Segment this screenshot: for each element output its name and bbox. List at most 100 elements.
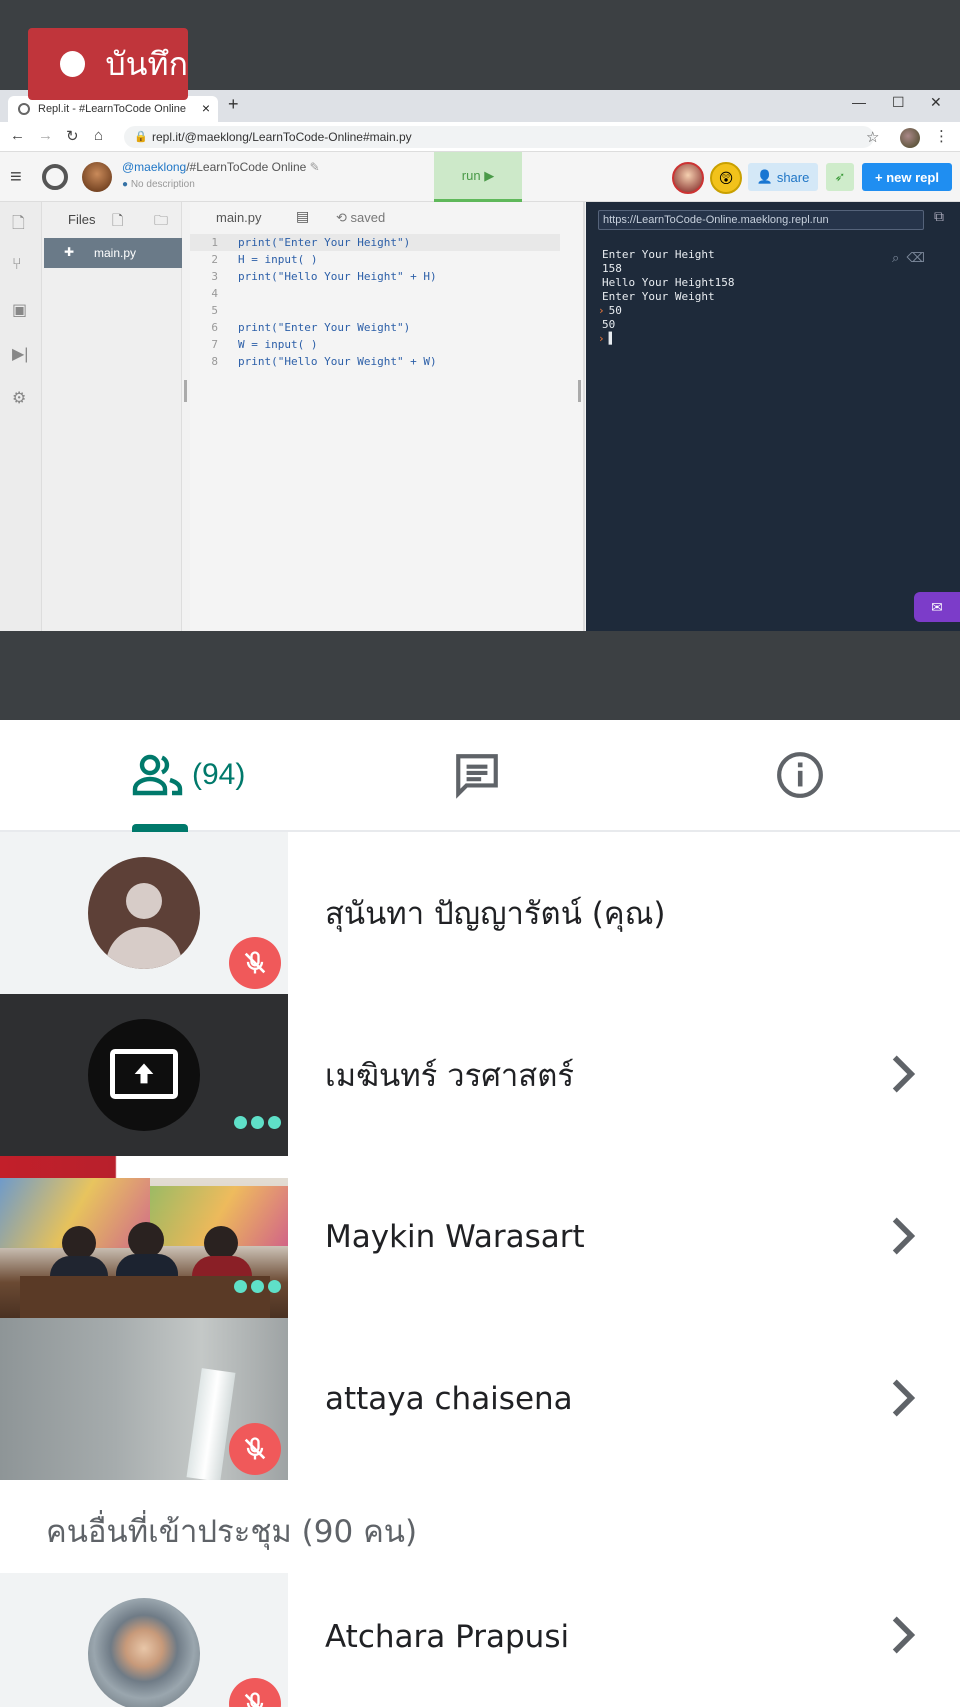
participant-row[interactable]: Atchara Prapusi [0,1573,960,1707]
chat-icon [456,754,498,799]
participant-thumbnail [0,994,288,1156]
clear-console-icon[interactable]: ⌫ [907,250,925,265]
mic-off-icon [229,1678,281,1707]
webview-url[interactable]: https://LearnToCode-Online.maeklong.repl… [598,210,924,230]
line-number: 4 [211,287,218,300]
shared-screen[interactable]: Repl.it - #LearnToCode Online × + — ☐ ✕ … [0,90,960,631]
tab-people[interactable]: (94) [132,750,245,800]
chevron-right-icon[interactable] [886,1376,920,1420]
add-folder-icon[interactable]: 🗀 [154,210,168,234]
participant-row[interactable]: เมฆินทร์ วรศาสตร์ [0,994,960,1156]
others-section-label: คนอื่นที่เข้าประชุม (90 คน) [46,1514,418,1550]
share-button[interactable]: 👤 share [748,163,818,191]
person-shape [62,1226,96,1260]
participant-name: เมฆินทร์ วรศาสตร์ [325,1058,575,1094]
info-icon [777,752,823,798]
code-line[interactable]: 1 print("Enter Your Height") [190,234,560,251]
forward-icon[interactable]: → [38,127,53,144]
chevron-right-icon[interactable] [886,1613,920,1657]
code-line[interactable]: 7 W = input( ) [190,336,560,353]
repl-header: ≡ @maeklong/#LearnToCode Online ✎ ● No d… [0,152,960,202]
code-text: print("Hello Your Height" + H) [238,270,437,283]
console-text: 158 [602,262,622,275]
console-line: › 50 [598,304,622,318]
pane-splitter[interactable] [578,380,581,402]
emoji-avatar[interactable]: 😲 [710,162,742,194]
code-line[interactable]: 3 print("Hello Your Height" + H) [190,268,560,285]
console-line: 50 [598,318,615,332]
line-number: 2 [211,253,218,266]
participant-thumbnail [0,1573,288,1707]
person-shape [128,1222,164,1258]
open-external-icon[interactable]: ⧉ [934,208,944,225]
people-count: (94) [192,758,246,791]
reload-icon[interactable]: ↻ [66,127,79,145]
console-pane[interactable]: https://LearnToCode-Online.maeklong.repl… [586,202,960,631]
files-pane: Files 🗋 🗀 ✚ main.py [42,202,182,631]
recording-badge: บันทึก [28,28,188,100]
speaking-indicator-icon [234,1116,285,1129]
console-line: 158 [598,262,622,276]
presenting-avatar [88,1019,200,1131]
browser-tab-title: Repl.it - #LearnToCode Online [38,103,186,115]
browser-menu-icon[interactable]: ⋮ [934,127,949,145]
tab-chat[interactable] [452,750,502,800]
code-line[interactable]: 5 [190,302,560,319]
maximize-icon[interactable]: ☐ [892,94,905,111]
presentation-stage: Repl.it - #LearnToCode Online × + — ☐ ✕ … [0,0,960,720]
default-avatar [88,857,200,969]
search-icon[interactable]: ⌕ [892,250,899,265]
participant-name: Maykin Warasart [325,1219,585,1255]
collaborator-avatar[interactable] [672,162,704,194]
code-line[interactable]: 2 H = input( ) [190,251,560,268]
participant-thumbnail [0,832,288,994]
deploy-icon[interactable]: ➶ [826,163,854,191]
home-icon[interactable]: ⌂ [94,127,103,144]
editor-file-tab[interactable]: main.py [216,210,262,225]
close-window-icon[interactable]: ✕ [930,94,942,111]
code-text: print("Enter Your Weight") [238,321,411,334]
participant-row[interactable]: Maykin Warasart [0,1156,960,1318]
back-icon[interactable]: ← [10,127,25,144]
tab-info[interactable] [775,750,825,800]
chevron-right-icon[interactable] [886,1214,920,1258]
line-number: 6 [211,321,218,334]
browser-profile-avatar[interactable] [900,128,920,148]
files-label: Files [68,212,96,227]
record-dot-icon [60,51,86,77]
files-icon[interactable]: 🗋 [12,212,25,239]
replit-logo-icon[interactable] [42,164,68,190]
code-line[interactable]: 6 print("Enter Your Weight") [190,319,560,336]
owner-avatar[interactable] [82,162,112,192]
run-button[interactable]: run ▶ [434,152,522,202]
file-item-main-py[interactable]: ✚ main.py [44,238,182,268]
code-line[interactable]: 8 print("Hello Your Weight" + W) [190,353,560,370]
close-tab-icon[interactable]: × [202,100,210,116]
repl-name[interactable]: @maeklong/#LearnToCode Online ✎ [122,160,320,174]
code-line[interactable]: 4 [190,285,560,302]
bookmark-star-icon[interactable]: ☆ [866,128,879,146]
multiplayer-chat-icon[interactable]: ✉ [914,592,960,622]
pane-splitter[interactable] [184,380,187,402]
new-repl-button[interactable]: + new repl [862,163,952,191]
edit-pencil-icon[interactable]: ✎ [310,160,320,174]
debugger-icon[interactable]: ▶| [12,344,28,364]
code-editor[interactable]: main.py ▤ ⟲ saved 1 print("Enter Your Hei… [190,202,585,631]
console-text: 50 [608,304,622,317]
packages-icon[interactable]: ▣ [12,300,27,320]
new-tab-icon[interactable]: + [228,94,239,115]
add-file-icon[interactable]: 🗋 [112,210,123,234]
console-tools: ⌕ ⌫ [892,250,925,266]
chevron-right-icon[interactable] [886,1052,920,1096]
history-icon: ⟲ [336,210,347,225]
hamburger-menu-icon[interactable]: ≡ [10,166,22,189]
url-field[interactable]: 🔒 repl.it/@maeklong/LearnToCode-Online#m… [124,126,874,148]
settings-gear-icon[interactable]: ⚙ [12,388,26,408]
format-icon[interactable]: ▤ [296,208,309,225]
minimize-icon[interactable]: — [852,94,866,110]
speaking-indicator-icon [234,1280,285,1293]
console-text: Enter Your Height [602,248,715,261]
version-control-icon[interactable]: ⑂ [12,256,22,274]
participant-row[interactable]: attaya chaisena [0,1318,960,1480]
participant-row: สุนันทา ปัญญารัตน์ (คุณ) [0,832,960,994]
